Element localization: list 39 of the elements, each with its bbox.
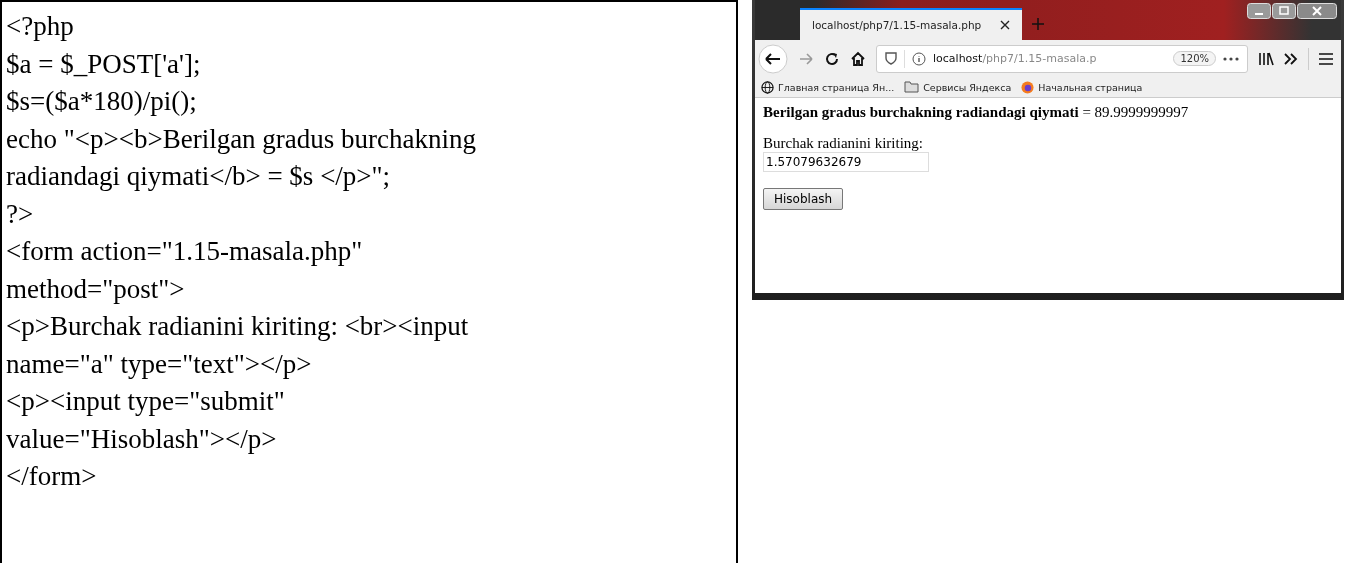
folder-icon[interactable]: [904, 81, 920, 93]
code-line: $s=($a*180)/pi();: [6, 85, 197, 118]
code-line: name="a" type="text"></p>: [6, 347, 312, 381]
code-line: <p>Burchak radianini kiriting: <br><input: [6, 310, 469, 343]
bookmark-link[interactable]: Главная страница Ян...: [778, 81, 895, 93]
browser-tab[interactable]: localhost/php7/1.15-masala.php: [800, 8, 1022, 40]
minimize-icon[interactable]: [1247, 3, 1271, 19]
input-field[interactable]: 1.57079632679: [763, 152, 929, 172]
code-line: radiandagi qiymati</b> = $s </p>";: [6, 160, 391, 193]
back-icon[interactable]: [758, 43, 788, 74]
shield-icon[interactable]: [885, 52, 897, 65]
menu-icon[interactable]: [1319, 52, 1333, 65]
code-line: echo "<p><b>Berilgan gradus burchakning: [6, 122, 477, 156]
reload-icon[interactable]: [824, 50, 840, 67]
close-icon[interactable]: [1000, 20, 1010, 30]
code-line: $a = $_POST['a'];: [6, 47, 201, 81]
home-icon[interactable]: [850, 50, 866, 67]
address-bar[interactable]: localhost/php7/1.15-masala.p 120%: [876, 44, 1248, 73]
code-line: ?>: [6, 197, 34, 231]
result-text: Berilgan gradus burchakning radiandagi qiymati = 89.9999999997: [763, 104, 1190, 121]
maximize-icon[interactable]: [1272, 3, 1296, 19]
zoom-badge[interactable]: 120%: [1173, 51, 1216, 66]
code-line: <?php: [6, 10, 74, 43]
globe-icon[interactable]: [761, 80, 774, 94]
bookmark-link[interactable]: Начальная страница: [1038, 81, 1143, 93]
info-icon[interactable]: [912, 51, 926, 66]
url-text: localhost/php7/1.15-masala.p: [933, 52, 1098, 65]
browser-logo-icon[interactable]: [1021, 80, 1035, 94]
code-line: </form>: [6, 460, 97, 493]
code-line: method="post">: [6, 272, 185, 306]
bookmark-link[interactable]: Сервисы Яндекса: [923, 81, 1012, 93]
more-icon[interactable]: [1223, 56, 1239, 61]
chevron-icon[interactable]: [1284, 52, 1298, 65]
field-label: Burchak radianini kiriting:: [763, 135, 924, 152]
submit-button[interactable]: Hisoblash: [763, 188, 844, 210]
code-line: <form action="1.15-masala.php": [6, 235, 363, 268]
code-line: value="Hisoblash"></p>: [6, 422, 277, 456]
library-icon[interactable]: [1258, 51, 1274, 66]
code-line: <p><input type="submit": [6, 385, 285, 418]
